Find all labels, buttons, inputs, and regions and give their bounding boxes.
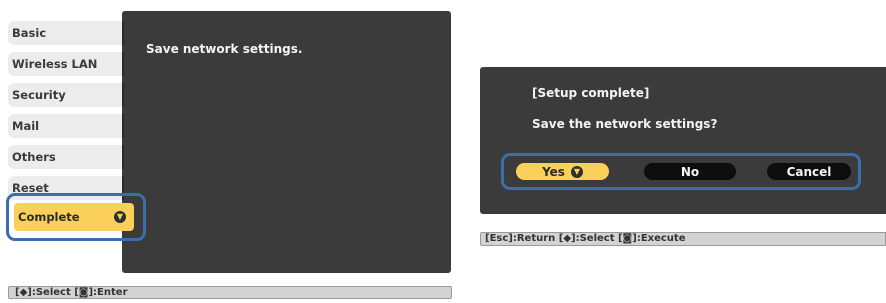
cancel-button[interactable]: Cancel — [767, 163, 851, 180]
dialog-message: Save the network settings? — [532, 117, 718, 131]
yes-button[interactable]: Yes ▼ — [516, 163, 609, 180]
tab-security[interactable]: Security — [8, 83, 124, 107]
menu-status-bar: [◆]:Select [◙]:Enter — [8, 286, 452, 299]
menu-message: Save network settings. — [146, 42, 303, 56]
dialog-status-bar: [Esc]:Return [◆]:Select [◙]:Execute — [480, 232, 886, 246]
enter-icon: ▼ — [570, 165, 583, 178]
yes-button-label: Yes — [542, 164, 565, 179]
tab-mail[interactable]: Mail — [8, 114, 124, 138]
no-button[interactable]: No — [644, 163, 736, 180]
tab-wireless-lan[interactable]: Wireless LAN — [8, 52, 124, 76]
callout-frame-complete — [6, 193, 146, 241]
tab-basic[interactable]: Basic — [8, 21, 124, 45]
dialog-title: [Setup complete] — [532, 86, 650, 100]
tab-others[interactable]: Others — [8, 145, 124, 169]
